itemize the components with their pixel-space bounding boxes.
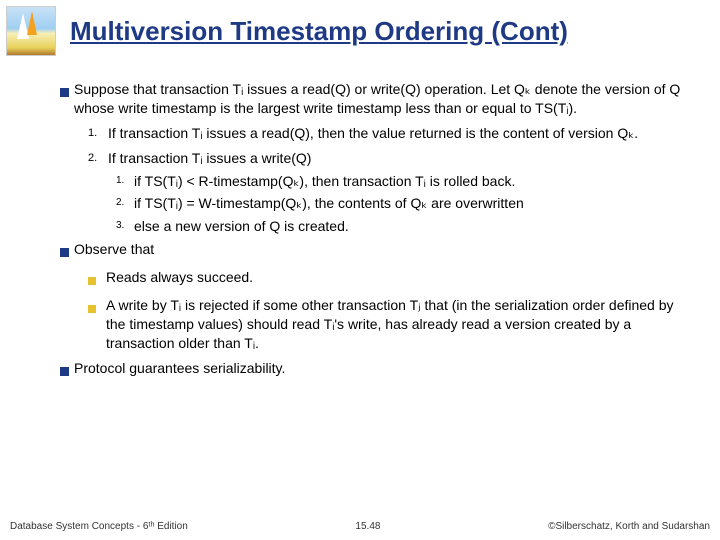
bullet-text: Observe that	[74, 240, 690, 262]
numbered-rule-1: 1. If transaction Tᵢ issues a read(Q), t…	[88, 124, 690, 143]
sub-rule-2b: 2. if TS(Tᵢ) = W-timestamp(Qₖ), the cont…	[116, 194, 690, 213]
slide-footer: Database System Concepts - 6ᵗʰ Edition 1…	[10, 521, 710, 532]
yellow-square-icon	[88, 268, 106, 290]
logo-image	[6, 6, 56, 56]
sub-rule-2a: 1. if TS(Tᵢ) < R-timestamp(Qₖ), then tra…	[116, 172, 690, 191]
list-number: 1.	[88, 124, 108, 143]
sub-rule-2c: 3. else a new version of Q is created.	[116, 217, 690, 236]
numbered-rule-2: 2. If transaction Tᵢ issues a write(Q)	[88, 149, 690, 168]
slide: Multiversion Timestamp Ordering (Cont) S…	[0, 0, 720, 540]
bullet-text: Protocol guarantees serializability.	[74, 359, 690, 381]
observe-item-1: Reads always succeed.	[88, 268, 690, 290]
bullet-suppose: Suppose that transaction Tᵢ issues a rea…	[60, 80, 690, 118]
slide-body: Suppose that transaction Tᵢ issues a rea…	[60, 80, 690, 387]
bullet-observe: Observe that	[60, 240, 690, 262]
bullet-text: Suppose that transaction Tᵢ issues a rea…	[74, 80, 690, 118]
yellow-square-icon	[88, 296, 106, 353]
list-number: 1.	[116, 172, 134, 191]
footer-right: ©Silberschatz, Korth and Sudarshan	[548, 521, 710, 532]
square-bullet-icon	[60, 359, 74, 381]
rule-text: if TS(Tᵢ) = W-timestamp(Qₖ), the content…	[134, 194, 690, 213]
bullet-protocol: Protocol guarantees serializability.	[60, 359, 690, 381]
footer-left: Database System Concepts - 6ᵗʰ Edition	[10, 521, 188, 532]
observe-text: Reads always succeed.	[106, 268, 690, 290]
list-number: 3.	[116, 217, 134, 236]
list-number: 2.	[116, 194, 134, 213]
observe-text: A write by Tᵢ is rejected if some other …	[106, 296, 690, 353]
list-number: 2.	[88, 149, 108, 168]
rule-text: else a new version of Q is created.	[134, 217, 690, 236]
slide-title: Multiversion Timestamp Ordering (Cont)	[70, 16, 710, 47]
rule-text: If transaction Tᵢ issues a write(Q)	[108, 149, 690, 168]
square-bullet-icon	[60, 240, 74, 262]
footer-center: 15.48	[355, 521, 380, 532]
rule-text: If transaction Tᵢ issues a read(Q), then…	[108, 124, 690, 143]
rule-text: if TS(Tᵢ) < R-timestamp(Qₖ), then transa…	[134, 172, 690, 191]
square-bullet-icon	[60, 80, 74, 118]
observe-item-2: A write by Tᵢ is rejected if some other …	[88, 296, 690, 353]
